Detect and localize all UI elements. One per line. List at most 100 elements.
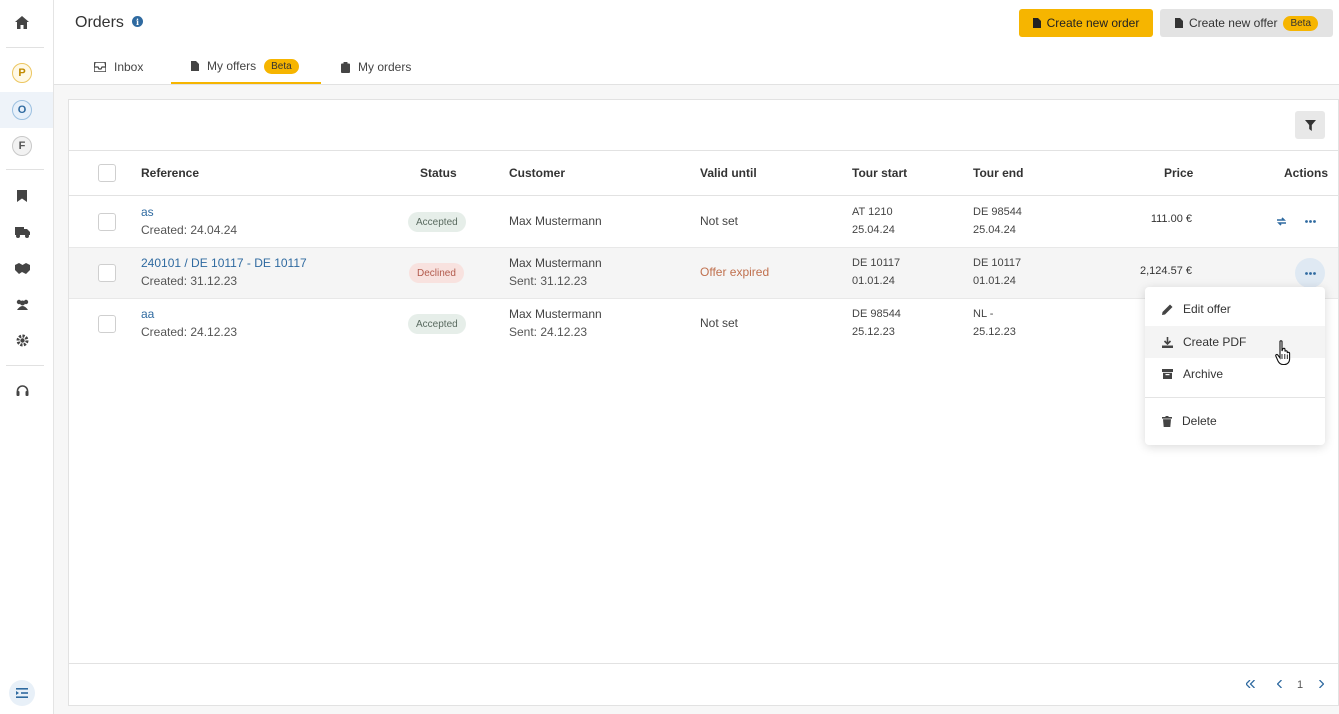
customer-name: Max Mustermann [509, 307, 602, 321]
customer-name: Max Mustermann [509, 256, 602, 270]
sidebar-item-o[interactable]: O [9, 97, 35, 123]
valid-until: Not set [700, 214, 739, 228]
actions-menu: Edit offer Create PDF Archive Delete [1145, 287, 1325, 445]
tab-my-orders[interactable]: My orders [341, 50, 431, 84]
created-date: Created: 24.12.23 [141, 325, 238, 339]
beta-badge: Beta [264, 58, 299, 74]
price: 2,124.57 € [1140, 265, 1192, 277]
row-checkbox[interactable] [98, 264, 116, 282]
tour-end-cell: DE 98544 25.04.24 [973, 203, 1022, 239]
handshake-icon[interactable] [9, 255, 35, 281]
tour-start-location: DE 10117 [852, 257, 901, 269]
menu-divider [1145, 397, 1325, 398]
o-avatar: O [12, 100, 32, 120]
status-badge: Declined [409, 263, 464, 283]
document-icon [1032, 18, 1041, 28]
tour-start-cell: DE 98544 25.12.23 [852, 305, 901, 341]
more-actions-button[interactable] [1295, 258, 1325, 288]
beta-badge: Beta [1283, 15, 1319, 31]
tab-my-offers[interactable]: My offers Beta [171, 50, 321, 84]
column-price[interactable]: Price [1164, 166, 1193, 180]
tab-my-offers-label: My offers [207, 59, 257, 73]
menu-item-delete[interactable]: Delete [1145, 405, 1325, 437]
table-header: Reference Status Customer Valid until To… [69, 150, 1338, 196]
truck-icon[interactable] [9, 219, 35, 245]
select-all-checkbox[interactable] [98, 164, 116, 182]
bookmark-icon[interactable] [9, 183, 35, 209]
more-actions-icon[interactable] [1300, 211, 1320, 231]
valid-until: Offer expired [700, 265, 770, 279]
tour-start-date: 25.12.23 [852, 326, 895, 338]
table-row[interactable]: as Created: 24.04.24 Accepted Max Muster… [69, 197, 1338, 248]
hand-cursor-icon [1275, 340, 1293, 366]
column-customer[interactable]: Customer [509, 166, 565, 180]
pencil-icon [1162, 304, 1173, 315]
status-badge: Accepted [408, 314, 466, 334]
expand-sidebar-icon[interactable] [9, 680, 35, 706]
column-actions: Actions [1284, 166, 1329, 180]
menu-item-archive[interactable]: Archive [1145, 358, 1325, 390]
page-header: Orders i Create new order Create new off… [54, 0, 1339, 85]
menu-item-label: Archive [1183, 367, 1224, 381]
sidebar-item-f[interactable]: F [9, 133, 35, 159]
footer-divider [69, 663, 1338, 664]
reference-cell: 240101 / DE 10117 - DE 10117 Created: 31… [141, 254, 307, 290]
create-new-offer-label: Create new offer [1188, 16, 1278, 30]
archive-icon [1162, 369, 1173, 379]
tour-start-location: DE 98544 [852, 308, 901, 320]
menu-item-label: Create PDF [1183, 335, 1247, 349]
previous-page-icon[interactable] [1277, 680, 1282, 688]
trash-icon [1162, 415, 1172, 427]
tour-start-date: 01.01.24 [852, 275, 895, 287]
filter-button[interactable] [1295, 111, 1325, 139]
tour-start-cell: AT 1210 25.04.24 [852, 203, 895, 239]
reference-link[interactable]: aa [141, 305, 237, 323]
more-actions-icon [1304, 271, 1316, 275]
info-icon[interactable]: i [132, 16, 143, 27]
reference-cell: as Created: 24.04.24 [141, 203, 237, 239]
status-badge: Accepted [408, 212, 466, 232]
valid-until: Not set [700, 316, 739, 330]
column-reference[interactable]: Reference [141, 166, 199, 180]
p-avatar: P [12, 63, 32, 83]
headset-icon[interactable] [9, 378, 35, 404]
gear-icon[interactable] [9, 327, 35, 353]
column-tour-end[interactable]: Tour end [973, 166, 1023, 180]
inbox-icon [94, 62, 106, 72]
customer-name: Max Mustermann [509, 214, 602, 228]
row-checkbox[interactable] [98, 213, 116, 231]
column-tour-start[interactable]: Tour start [852, 166, 907, 180]
sent-date: Sent: 24.12.23 [509, 325, 588, 339]
create-new-offer-button[interactable]: Create new offer Beta [1160, 9, 1333, 37]
tour-end-date: 01.01.24 [973, 275, 1016, 287]
document-icon [191, 61, 199, 71]
tour-end-location: NL - [973, 308, 994, 320]
document-icon [1174, 18, 1183, 28]
column-status[interactable]: Status [420, 166, 457, 180]
created-date: Created: 24.04.24 [141, 223, 238, 237]
column-valid-until[interactable]: Valid until [700, 166, 757, 180]
tour-end-location: DE 98544 [973, 206, 1022, 218]
create-new-order-button[interactable]: Create new order [1019, 9, 1153, 37]
created-date: Created: 31.12.23 [141, 274, 238, 288]
convert-order-icon[interactable] [1271, 211, 1291, 231]
customer-cell: Max Mustermann Sent: 31.12.23 [509, 254, 602, 290]
next-page-icon[interactable] [1319, 680, 1324, 688]
tour-end-location: DE 10117 [973, 257, 1022, 269]
row-checkbox[interactable] [98, 315, 116, 333]
reference-link[interactable]: 240101 / DE 10117 - DE 10117 [141, 254, 307, 272]
tour-start-date: 25.04.24 [852, 224, 895, 236]
menu-item-create-pdf[interactable]: Create PDF [1145, 326, 1325, 358]
sent-date: Sent: 31.12.23 [509, 274, 588, 288]
users-icon[interactable] [9, 291, 35, 317]
home-icon[interactable] [9, 9, 35, 35]
filter-icon [1304, 119, 1316, 131]
tab-inbox[interactable]: Inbox [94, 50, 164, 84]
clipboard-icon [341, 61, 350, 73]
first-page-icon[interactable] [1246, 680, 1255, 688]
reference-link[interactable]: as [141, 203, 237, 221]
tab-inbox-label: Inbox [114, 60, 144, 74]
tour-start-location: AT 1210 [852, 206, 893, 218]
menu-item-edit-offer[interactable]: Edit offer [1145, 293, 1325, 325]
sidebar-item-p[interactable]: P [9, 60, 35, 86]
